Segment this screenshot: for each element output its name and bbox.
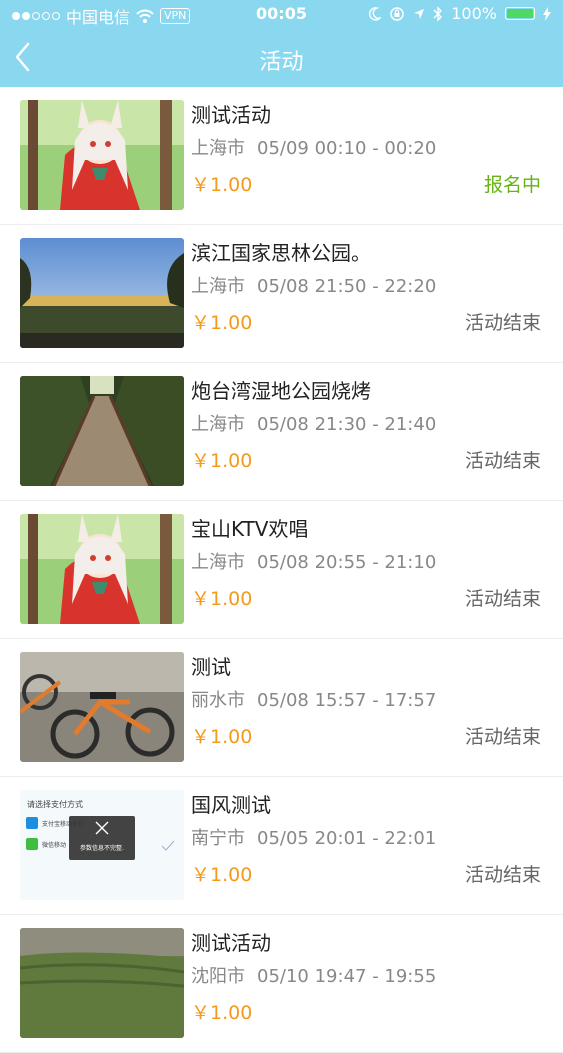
activity-item[interactable]: 炮台湾湿地公园烧烤 上海市 05/08 21:30 - 21:40 ￥1.00 活… — [0, 363, 563, 501]
activity-price: ￥1.00 — [191, 588, 253, 610]
activity-city: 上海市 — [191, 276, 245, 297]
battery-icon — [505, 7, 535, 20]
activity-item[interactable]: 测试活动 沈阳市 05/10 19:47 - 19:55 ￥1.00 — [0, 915, 563, 1053]
app-header: 中国电信 VPN 00:05 100% 活动 — [0, 0, 563, 87]
activity-item[interactable]: 测试活动 上海市 05/09 00:10 - 00:20 ￥1.00 报名中 — [0, 87, 563, 225]
activity-price: ￥1.00 — [191, 174, 253, 196]
activity-time: 05/10 19:47 - 19:55 — [257, 966, 437, 987]
activity-time: 05/08 21:30 - 21:40 — [257, 414, 437, 435]
activity-city: 沈阳市 — [191, 966, 245, 987]
activity-status: 活动结束 — [464, 864, 541, 886]
activity-price: ￥1.00 — [191, 312, 253, 334]
activity-city: 上海市 — [191, 552, 245, 573]
activity-item[interactable]: 宝山KTV欢唱 上海市 05/08 20:55 - 21:10 ￥1.00 活动结… — [0, 501, 563, 639]
activity-price: ￥1.00 — [191, 450, 253, 472]
activity-item[interactable]: 滨江国家思林公园。 上海市 05/08 21:50 - 22:20 ￥1.00 活… — [0, 225, 563, 363]
activity-meta: 南宁市 05/05 20:01 - 22:01 — [191, 824, 436, 850]
activity-status: 活动结束 — [464, 588, 541, 610]
activity-thumbnail — [20, 928, 184, 1038]
activity-city: 上海市 — [191, 138, 245, 159]
rotation-lock-icon — [390, 6, 404, 21]
battery-percent: 100% — [451, 4, 497, 23]
activity-name: 炮台湾湿地公园烧烤 — [191, 379, 371, 403]
activity-thumbnail: 请选择支付方式 支付宝移动支付 微信移动 参数信息不完整. — [20, 790, 184, 900]
activity-meta: 上海市 05/09 00:10 - 00:20 — [191, 134, 436, 160]
activity-item[interactable]: 测试 丽水市 05/08 15:57 - 17:57 ￥1.00 活动结束 — [0, 639, 563, 777]
activity-price: ￥1.00 — [191, 864, 253, 886]
activity-meta: 上海市 05/08 21:50 - 22:20 — [191, 272, 436, 298]
activity-name: 滨江国家思林公园。 — [191, 241, 371, 265]
activity-city: 南宁市 — [191, 828, 245, 849]
bluetooth-icon — [433, 5, 443, 22]
activity-status: 活动结束 — [464, 312, 541, 334]
charging-icon — [543, 6, 551, 21]
activity-status: 活动结束 — [464, 450, 541, 472]
activity-city: 丽水市 — [191, 690, 245, 711]
activity-list: 测试活动 上海市 05/09 00:10 - 00:20 ￥1.00 报名中 滨江… — [0, 87, 563, 1053]
activity-thumbnail — [20, 514, 184, 624]
thumb-wechat: 微信移动 — [42, 841, 66, 849]
activity-status: 活动结束 — [464, 726, 541, 748]
activity-thumbnail — [20, 652, 184, 762]
activity-thumbnail — [20, 238, 184, 348]
activity-thumbnail — [20, 100, 184, 210]
activity-price: ￥1.00 — [191, 726, 253, 748]
status-bar: 中国电信 VPN 00:05 100% — [0, 0, 563, 30]
activity-meta: 沈阳市 05/10 19:47 - 19:55 — [191, 962, 436, 988]
activity-meta: 丽水市 05/08 15:57 - 17:57 — [191, 686, 436, 712]
activity-city: 上海市 — [191, 414, 245, 435]
activity-time: 05/09 00:10 - 00:20 — [257, 138, 437, 159]
activity-meta: 上海市 05/08 21:30 - 21:40 — [191, 410, 436, 436]
activity-price: ￥1.00 — [191, 1002, 253, 1024]
activity-name: 测试活动 — [191, 931, 271, 955]
activity-name: 宝山KTV欢唱 — [191, 517, 309, 541]
activity-status: 报名中 — [483, 174, 541, 196]
activity-name: 国风测试 — [191, 793, 271, 817]
location-icon — [414, 8, 425, 19]
thumb-toast: 参数信息不完整. — [80, 844, 124, 852]
activity-time: 05/08 15:57 - 17:57 — [257, 690, 437, 711]
activity-name: 测试活动 — [191, 103, 271, 127]
activity-name: 测试 — [191, 655, 231, 679]
thumb-heading: 请选择支付方式 — [27, 799, 83, 809]
activity-meta: 上海市 05/08 20:55 - 21:10 — [191, 548, 436, 574]
activity-time: 05/08 20:55 - 21:10 — [257, 552, 437, 573]
activity-thumbnail — [20, 376, 184, 486]
activity-item[interactable]: 请选择支付方式 支付宝移动支付 微信移动 参数信息不完整. 国风测试 南宁市 05… — [0, 777, 563, 915]
activity-time: 05/05 20:01 - 22:01 — [257, 828, 437, 849]
page-title: 活动 — [259, 50, 304, 75]
activity-time: 05/08 21:50 - 22:20 — [257, 276, 437, 297]
moon-icon — [369, 6, 382, 20]
